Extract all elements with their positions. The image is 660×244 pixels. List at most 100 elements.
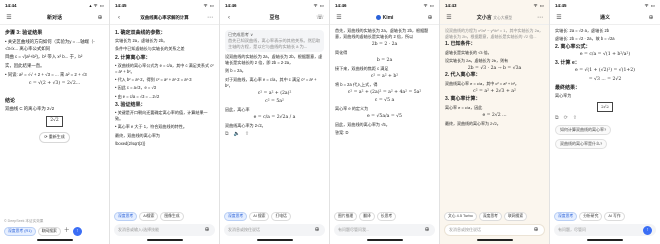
- menu-icon[interactable]: ☰: [5, 14, 13, 22]
- new-chat-icon[interactable]: ⊕: [96, 14, 104, 22]
- plus-icon[interactable]: ⊕: [203, 226, 211, 234]
- section-title: 3. 离心率计算：: [445, 96, 481, 103]
- attach-icon[interactable]: ＋: [63, 227, 71, 236]
- call-chip[interactable]: 打电话: [271, 212, 291, 221]
- copy-icon[interactable]: ⧉: [225, 131, 229, 137]
- answer-line: 实轴长: 2a = √2·a，虚轴长 2b: [555, 28, 610, 33]
- mode-chips: 深度思考 (R1) 联网搜索 ＋ ↑: [4, 227, 105, 236]
- deep-think-chip[interactable]: 深度思考: [114, 212, 138, 221]
- back-icon[interactable]: ‹: [115, 14, 123, 22]
- screen-kimi: 14:46 ᯤ ▭ ☰ Kimi ⊕ 首先，双曲线的实轴长为 2a，虚轴长为 2b…: [330, 0, 440, 244]
- chat-header: ☰ 文小言 文心大模型 ⋯: [440, 11, 549, 25]
- long-think-chip[interactable]: 长思考: [376, 212, 397, 221]
- ai-writing-chip[interactable]: AI 写作: [604, 212, 625, 221]
- screen-wenxiaoyan: 14:43 ᯤ ▭ ☰ 文小言 文心大模型 ⋯ 设双曲线的方程为 x²/a² − …: [440, 0, 550, 244]
- formula: c² = a² + b²: [370, 74, 399, 79]
- send-button[interactable]: ↑: [72, 227, 82, 236]
- image-gen-chip[interactable]: 图像生成: [160, 212, 184, 221]
- home-indicator: [256, 239, 293, 241]
- kimi-logo-icon: [375, 15, 381, 20]
- answer-line: 简化得: [335, 50, 348, 55]
- more-icon[interactable]: ⋯: [206, 14, 214, 22]
- status-bar: 14:46 ᯤ ▭: [330, 0, 439, 11]
- model-selector[interactable]: 文心 4.5 Turbo: [444, 212, 477, 221]
- web-search-chip[interactable]: 联网搜索: [503, 212, 528, 221]
- formula: c = √5 a: [374, 98, 395, 103]
- answer-line: 将 b = 2a 代入上式，得: [335, 82, 378, 87]
- send-button[interactable]: ↑: [643, 225, 652, 235]
- copy-icon[interactable]: ⧉: [555, 115, 559, 121]
- new-chat-icon[interactable]: ⊕: [647, 14, 655, 22]
- suggestion-chip[interactable]: 如何计算双曲线的离心率?: [555, 125, 612, 136]
- more-icon[interactable]: ⋯: [536, 14, 544, 22]
- web-search-chip[interactable]: 联网搜索: [37, 227, 61, 236]
- answer-line: 条件中已知虚轴长与实轴长的关系之差: [115, 46, 185, 52]
- answer-line: 实轴长为 2a，虚轴长为 2b。: [115, 38, 168, 44]
- deep-think-chip[interactable]: 深度思考: [478, 212, 502, 221]
- deep-think-chip[interactable]: 深度思考: [554, 212, 578, 221]
- answer-line: 虚轴长是实轴长的 √3 倍。: [445, 49, 492, 55]
- formula: c² = a² + (2a)² = a² + 4a² = 5a²: [347, 90, 422, 95]
- answer-line: 则 b = 2a。: [225, 68, 246, 74]
- menu-icon[interactable]: ☰: [555, 14, 563, 22]
- message-input[interactable]: 发消息或按住说话 ⊕: [444, 224, 545, 236]
- deep-think-chip[interactable]: 深度思考: [224, 212, 248, 221]
- formula: c² = 5a²: [265, 98, 284, 104]
- phone-strip: 14:44 ▴ ᯤ ▭ ☰ 新对话 ⊕ 步骤 3: 验证结果 • 关史区曲线的方向…: [0, 0, 660, 244]
- menu-icon[interactable]: ☰: [335, 14, 343, 22]
- answer-line: 因此，离心率: [225, 106, 250, 112]
- input-placeholder: 有问题尽管问我...: [338, 227, 370, 232]
- home-indicator: [476, 239, 513, 241]
- phone-icon[interactable]: ☏: [316, 14, 324, 22]
- status-bar: 14:44 ▴ ᯤ ▭: [0, 0, 109, 11]
- answer-line: • 关键是开口朝向还要确定离心率的值，计算结果一致。: [115, 110, 208, 122]
- plus-icon[interactable]: ⊕: [423, 226, 431, 234]
- chat-title: 通义: [599, 15, 610, 21]
- message-input[interactable]: 发消息或输入/选择技能 ⊕: [114, 224, 215, 236]
- suggestion-chip[interactable]: 双曲线的离心率是什么?: [555, 139, 608, 150]
- status-bar: 14:46 ᯤ ▭: [220, 0, 329, 11]
- regenerate-button[interactable]: ⟳ 重新生成: [39, 131, 70, 143]
- thought-card[interactable]: 已完成思考 ∨ 首先已知双曲线，离心率表示的其他关系。然后取主轴的方程，是以它与…: [225, 30, 324, 53]
- composer: 深度思考 AI 搜索 打电话 发消息或按住说话 ⊕: [220, 209, 329, 244]
- formula: e = √5a/a = √5: [367, 114, 402, 119]
- section-title: 3. 计算 e：: [555, 60, 580, 67]
- formula: = √3 ... = 2√2: [588, 76, 622, 82]
- ai-search-chip[interactable]: AI搜索: [139, 212, 159, 221]
- final-answer: 最终，双曲线的离心率为 2√2。: [445, 120, 501, 126]
- plus-icon[interactable]: ⊕: [532, 226, 540, 234]
- share-icon[interactable]: ⇪: [245, 131, 249, 137]
- formula: 2b = √3 · 2a → b = √3a: [467, 65, 522, 71]
- conclusion-title: 结论: [5, 97, 16, 104]
- menu-icon[interactable]: ☰: [445, 14, 453, 22]
- image-reason-chip[interactable]: 图片推理: [334, 212, 358, 221]
- share-icon[interactable]: ⇪: [573, 115, 577, 121]
- formula: c = √(2 + √3) = 2√2...: [28, 80, 81, 86]
- section-title: 1. 确定双曲线的参数：: [115, 30, 166, 36]
- chat-header: ☰ Kimi ⊕: [330, 11, 439, 25]
- status-bar: 14:45 ᯤ ▭: [550, 0, 660, 11]
- speaker-icon[interactable]: 🔈: [234, 131, 240, 137]
- formula: c² = a² + 2√3 + a²: [473, 89, 516, 95]
- refresh-icon[interactable]: ⟳: [564, 115, 568, 121]
- plus-icon[interactable]: ⊕: [313, 226, 321, 234]
- composer: 图片推理 翻译 长思考 有问题尽管问我... ⊕: [330, 209, 439, 244]
- message-input[interactable]: 有问题尽管问我... ⊕: [334, 224, 435, 236]
- mode-chips: 深度思考 AI搜索 图像生成: [114, 212, 215, 221]
- ai-search-chip[interactable]: AI 搜索: [249, 212, 270, 221]
- new-chat-icon[interactable]: ⊕: [426, 14, 434, 22]
- translate-chip[interactable]: 翻译: [359, 212, 375, 221]
- conclusion-text: 双曲线 C 的离心率为 2√2: [5, 106, 55, 112]
- answer-latex: \boxed{2\sqrt{2}}: [115, 140, 146, 146]
- answer-line: • 同谈: a² = √√ + 2 + √3 = ... 来 a² = 2 + …: [5, 71, 87, 77]
- mode-chips: 图片推理 翻译 长思考: [334, 212, 435, 221]
- analysis-chip[interactable]: 分析研究: [579, 212, 603, 221]
- message-input[interactable]: 有问题，尽管问 ↑: [554, 224, 656, 236]
- answer-body: 1. 确定双曲线的参数： 实轴长为 2a，虚轴长为 2b。 条件中已知虚轴长与实…: [110, 25, 219, 152]
- screen-tongyi: 14:45 ᯤ ▭ ☰ 通义 ⊕ 实轴长: 2a = √2·a，虚轴长 2b 虚轴…: [550, 0, 660, 244]
- section-title: 1. 已知条件：: [445, 40, 476, 47]
- deep-think-chip[interactable]: 深度思考 (R1): [4, 227, 36, 236]
- chat-title: 双曲线离心率求解的计算: [140, 14, 189, 20]
- back-icon[interactable]: ‹: [225, 14, 233, 22]
- message-input[interactable]: 发消息或按住说话 ⊕: [224, 224, 325, 236]
